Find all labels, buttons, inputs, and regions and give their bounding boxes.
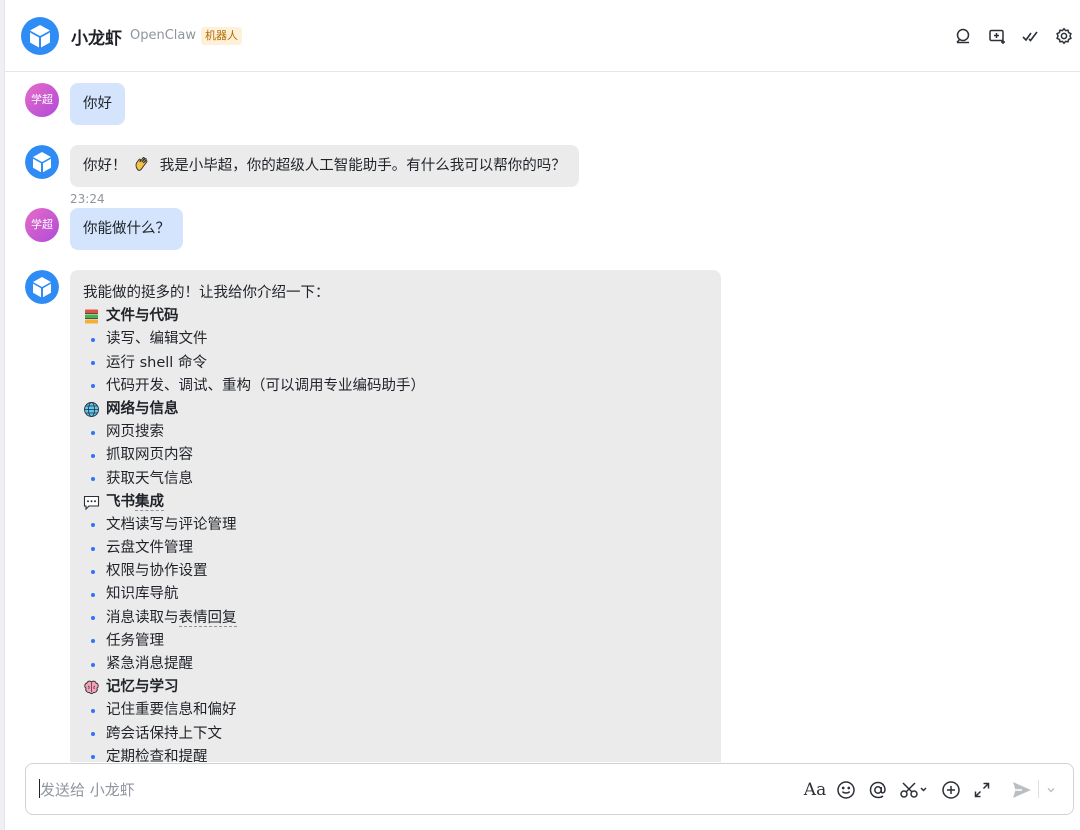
user-avatar[interactable]: 学超 [25, 208, 59, 242]
bot-avatar[interactable] [25, 145, 59, 179]
send-divider [1038, 780, 1039, 798]
settings-icon[interactable] [1054, 26, 1074, 46]
speech-bubble-icon [83, 495, 100, 511]
chat-title: 小龙虾 [71, 29, 122, 49]
books-icon [85, 309, 98, 324]
task-icon[interactable] [1020, 26, 1040, 46]
message-text: 你好！ [83, 158, 127, 174]
list-item: 跨会话保持上下文 [83, 723, 708, 746]
chat-window: 小龙虾 OpenClaw 机器人 学超 你好 你好！ 我是小毕超，你的超级人工智… [4, 0, 1080, 830]
section-title: 网络与信息 [106, 400, 179, 417]
send-options-chevron-icon[interactable] [1044, 779, 1058, 801]
send-icon[interactable] [1011, 779, 1033, 801]
user-avatar[interactable]: 学超 [25, 83, 59, 117]
chat-header: 小龙虾 OpenClaw 机器人 [5, 0, 1080, 72]
message-composer[interactable]: 发送给 小龙虾 Aa [25, 763, 1074, 815]
list-item: 记住重要信息和偏好 [83, 699, 708, 722]
text-format-icon[interactable]: Aa [804, 779, 826, 801]
section-title: 飞书集成 [106, 493, 164, 511]
list-item: 网页搜索 [83, 421, 708, 444]
list-item: 抓取网页内容 [83, 444, 708, 467]
user-message[interactable]: 你能做什么？ [70, 208, 183, 250]
add-icon[interactable] [940, 779, 962, 801]
message-list[interactable]: 学超 你好 你好！ 我是小毕超，你的超级人工智能助手。有什么我可以帮你的吗？ 2… [5, 72, 1080, 762]
message-text: 我是小毕超，你的超级人工智能助手。有什么我可以帮你的吗？ [159, 158, 566, 174]
message-intro: 我能做的挺多的！让我给你介绍一下： [83, 285, 330, 301]
list-item: 知识库导航 [83, 583, 708, 606]
waving-hand-icon [135, 156, 148, 171]
list-item: 定期检查和提醒 [83, 746, 708, 762]
bot-avatar[interactable] [25, 270, 59, 304]
list-item: 消息读取与表情回复 [83, 607, 708, 630]
section-title: 记忆与学习 [106, 679, 179, 696]
screenshot-scissors-icon[interactable] [899, 779, 929, 801]
user-message[interactable]: 你好 [70, 83, 125, 125]
list-item: 运行 shell 命令 [83, 352, 708, 375]
list-item: 权限与协作设置 [83, 560, 708, 583]
list-item: 文档读写与评论管理 [83, 514, 708, 537]
section-heading: 记忆与学习 [83, 676, 708, 699]
message-text: 你能做什么？ [83, 221, 170, 237]
list-item: 紧急消息提醒 [83, 653, 708, 676]
list-item: 代码开发、调试、重构（可以调用专业编码助手） [83, 375, 708, 398]
list-item: 读写、编辑文件 [83, 328, 708, 351]
bot-message[interactable]: 你好！ 我是小毕超，你的超级人工智能助手。有什么我可以帮你的吗？ [70, 145, 579, 187]
search-chat-icon[interactable] [953, 26, 973, 46]
section-heading: 飞书集成 [83, 491, 708, 514]
globe-icon [84, 402, 99, 417]
brain-icon [84, 680, 99, 695]
expand-icon[interactable] [971, 779, 993, 801]
bot-tag: 机器人 [201, 27, 242, 45]
mention-icon[interactable] [867, 779, 889, 801]
section-heading: 文件与代码 [83, 305, 708, 328]
list-item: 获取天气信息 [83, 468, 708, 491]
message-input[interactable]: 发送给 小龙虾 [40, 779, 135, 800]
message-text: 你好 [83, 96, 112, 112]
section-title: 文件与代码 [106, 308, 179, 325]
emoji-icon[interactable] [835, 779, 857, 801]
list-item: 云盘文件管理 [83, 537, 708, 560]
section-heading: 网络与信息 [83, 398, 708, 421]
chat-subtitle: OpenClaw [130, 28, 197, 43]
add-to-group-icon[interactable] [987, 26, 1007, 46]
bot-avatar[interactable] [21, 17, 59, 55]
bot-message[interactable]: 我能做的挺多的！让我给你介绍一下： 文件与代码 读写、编辑文件 运行 shell… [70, 270, 721, 762]
message-timestamp: 23:24 [70, 192, 105, 206]
list-item: 任务管理 [83, 630, 708, 653]
